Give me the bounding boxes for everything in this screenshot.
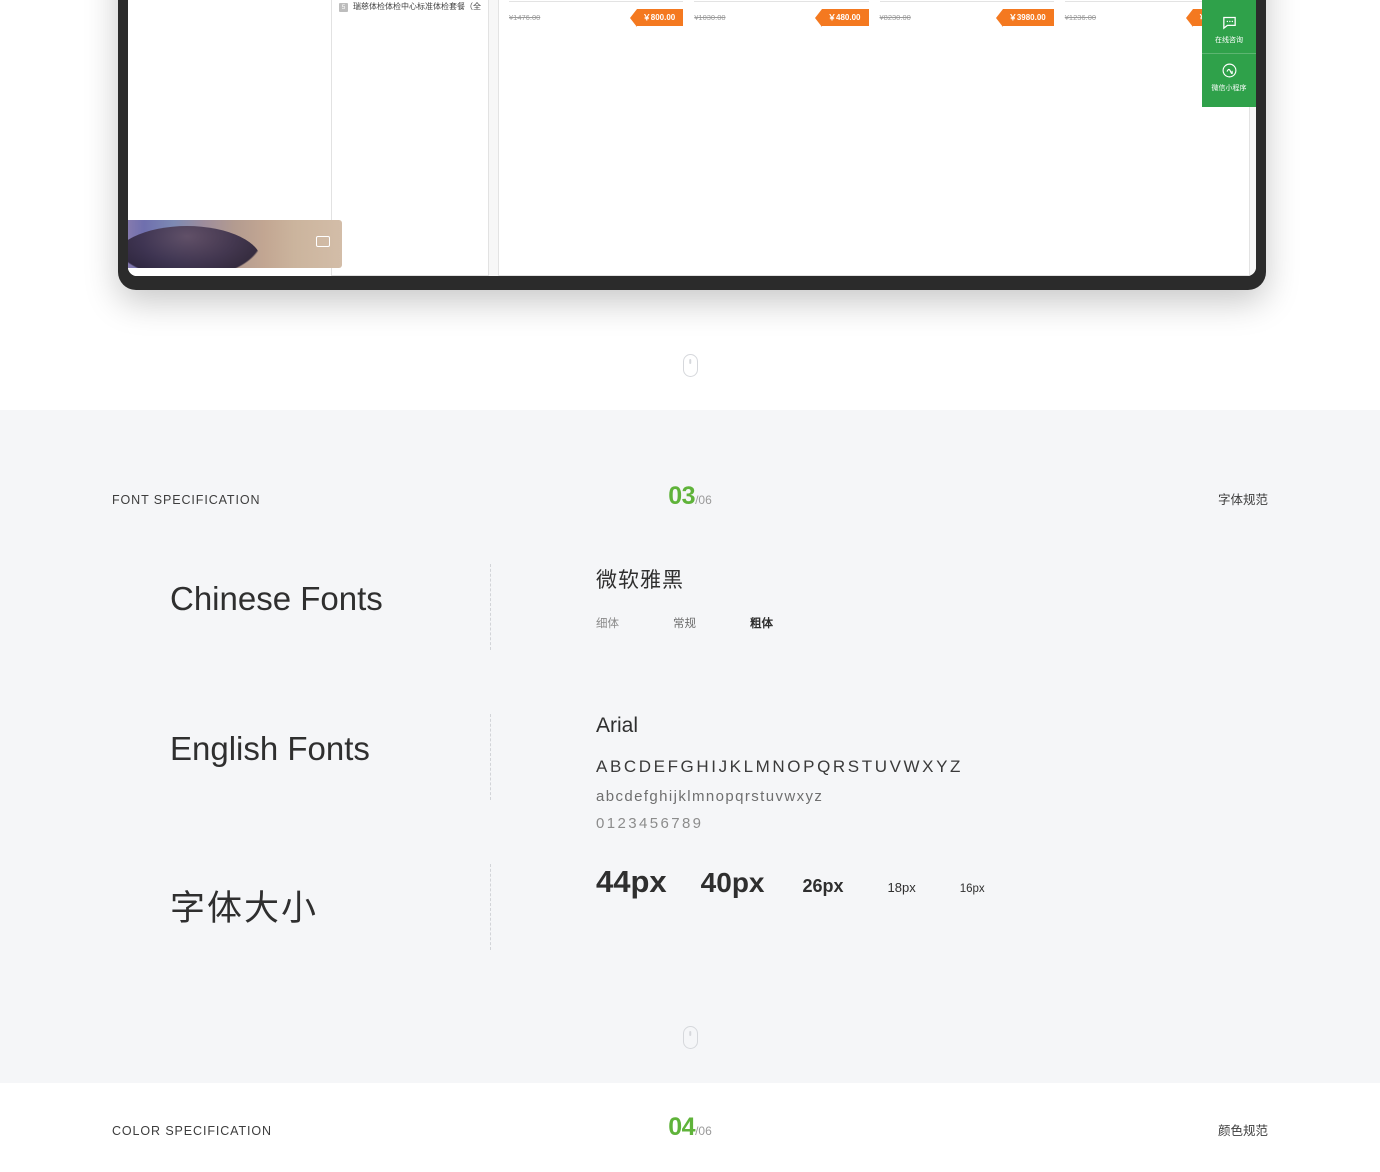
floatbar-label: 微信小程序 [1211, 85, 1247, 92]
site-main-column: 上海美年大健康消化系统专项检查 原价8230元 现价3980元 胶囊胃镜、消化道… [498, 0, 1250, 276]
font-size-40: 40px [700, 867, 765, 898]
site-content: 按特色类别选购 关爱父母 职场白领 都市女性 高端体检 petct检查 基因检测 [331, 0, 1256, 276]
font-size-26: 26px [802, 876, 844, 896]
section-title-en: COLOR SPECIFICATION [112, 1124, 272, 1138]
weight-regular: 常规 [673, 618, 696, 630]
floating-service-bar: 在线咨询 微信小程序 [1202, 0, 1256, 107]
font-row-chinese: Chinese Fonts 微软雅黑 细体 常规 粗体 [0, 564, 1380, 714]
weight-bold: 粗体 [750, 618, 773, 630]
font-section-header: FONT SPECIFICATION 03/06 字体规范 [0, 482, 1380, 511]
product-price-row: ¥1030.00 ￥480.00 [694, 2, 869, 27]
section-total: /06 [695, 493, 712, 507]
font-row-body: 微软雅黑 细体 常规 粗体 [491, 564, 1268, 631]
floatbar-online-consult[interactable]: 在线咨询 [1202, 6, 1256, 53]
section-number: 03 [668, 482, 696, 510]
chinese-font-weights: 细体 常规 粗体 [596, 615, 1268, 631]
chinese-font-family: 微软雅黑 [596, 569, 684, 592]
website-preview: 留言板 按特色类别选购 关爱父母 [128, 0, 1256, 276]
wechat-miniprogram-icon [1222, 63, 1236, 78]
font-row-body: Arial ABCDEFGHIJKLMNOPQRSTUVWXYZ abcdefg… [491, 714, 1268, 832]
site-sidebar: 按特色类别选购 关爱父母 职场白领 都市女性 高端体检 petct检查 基因检测 [331, 0, 489, 276]
section-title-cn: 字体规范 [1217, 493, 1268, 507]
font-rows: Chinese Fonts 微软雅黑 细体 常规 粗体 English Font… [0, 564, 1380, 1014]
font-row-label: English Fonts [170, 730, 370, 767]
product-card[interactable]: 上海美年大健康消化系统筛查套餐 ¥8230.00 ￥3980.00 [879, 0, 1054, 265]
font-size-18: 18px [887, 880, 916, 895]
product-new-price: ￥800.00 [629, 8, 684, 27]
item-number: 5 [339, 3, 348, 13]
product-card-list: 【特惠】瑞慈体检中心患心体检套餐 ¥1476.00 ￥800.00 [499, 0, 1249, 275]
scroll-indicator-2 [0, 1026, 1380, 1049]
english-uppercase-sample: ABCDEFGHIJKLMNOPQRSTUVWXYZ [596, 757, 964, 776]
font-size-16: 16px [959, 883, 985, 895]
section-counter: 04/06 [630, 1113, 750, 1142]
site-left-gutter: 留言板 [128, 0, 342, 276]
font-row-body: 44px 40px 26px 18px 16px [491, 864, 1268, 900]
section-counter: 03/06 [630, 482, 750, 511]
floatbar-wechat-miniprogram[interactable]: 微信小程序 [1202, 53, 1256, 101]
section-number: 04 [668, 1113, 696, 1141]
color-specification-section: COLOR SPECIFICATION 04/06 颜色规范 [0, 1083, 1380, 1172]
section-total: /06 [695, 1124, 712, 1138]
list-item[interactable]: 5 瑞慈体检体检中心标准体检套餐（全 [332, 0, 488, 20]
product-old-price: ¥1236.00 [1064, 12, 1097, 22]
chat-bubble-icon [1222, 16, 1236, 30]
product-new-price: ￥3980.00 [995, 8, 1054, 27]
font-row-label: Chinese Fonts [170, 580, 383, 617]
font-row-english: English Fonts Arial ABCDEFGHIJKLMNOPQRST… [0, 714, 1380, 864]
item-label: 瑞慈体检体检中心标准体检套餐（全 [353, 2, 481, 12]
font-row-sizes: 字体大小 44px 40px 26px 18px 16px [0, 864, 1380, 1014]
product-card[interactable]: 【特惠】瑞慈体检中心患心体检套餐 ¥1476.00 ￥800.00 [509, 0, 684, 265]
english-font-family: Arial [596, 714, 639, 737]
weight-light: 细体 [596, 618, 619, 630]
floatbar-label: 在线咨询 [1215, 37, 1243, 44]
device-screen: 留言板 按特色类别选购 关爱父母 [128, 0, 1256, 276]
product-price-row: ¥1476.00 ￥800.00 [509, 2, 684, 27]
hot-packages-card: 热销套餐 1 【特惠】瑞慈体检中心患心体检套餐 2 [331, 0, 489, 276]
english-lowercase-sample: abcdefghijklmnopqrstuvwxyz [596, 788, 824, 805]
mouse-scroll-icon [682, 1026, 698, 1049]
product-old-price: ¥8230.00 [879, 12, 911, 22]
section-title-cn: 颜色规范 [1217, 1124, 1268, 1138]
font-specification-section: FONT SPECIFICATION 03/06 字体规范 Chinese Fo… [0, 410, 1380, 1083]
message-board-widget[interactable]: 留言板 [128, 220, 342, 268]
device-frame: 留言板 按特色类别选购 关爱父母 [118, 0, 1266, 290]
english-digits-sample: 0123456789 [596, 815, 704, 832]
font-size-44: 44px [596, 864, 667, 899]
window-icon[interactable] [316, 236, 330, 247]
color-section-header: COLOR SPECIFICATION 04/06 颜色规范 [0, 1113, 1380, 1142]
section-title-en: FONT SPECIFICATION [112, 493, 261, 507]
product-card[interactable]: 上海美年大健康家政保姆体检套餐 ¥1030.00 ￥480.00 [694, 0, 869, 265]
product-new-price: ￥480.00 [814, 8, 869, 27]
scroll-indicator-1 [0, 354, 1380, 377]
product-old-price: ¥1476.00 [509, 12, 541, 22]
product-price-row: ¥8230.00 ￥3980.00 [879, 2, 1054, 27]
font-row-label: 字体大小 [170, 889, 319, 928]
hero-mockup-section: 留言板 按特色类别选购 关爱父母 [0, 0, 1380, 410]
font-size-samples: 44px 40px 26px 18px 16px [596, 864, 1268, 900]
promo-packages-panel: 促销套餐 HOT 人气套餐 特惠套餐 新品上市 企业套餐 [498, 0, 1250, 276]
product-old-price: ¥1030.00 [694, 12, 726, 22]
mouse-scroll-icon [682, 354, 698, 377]
